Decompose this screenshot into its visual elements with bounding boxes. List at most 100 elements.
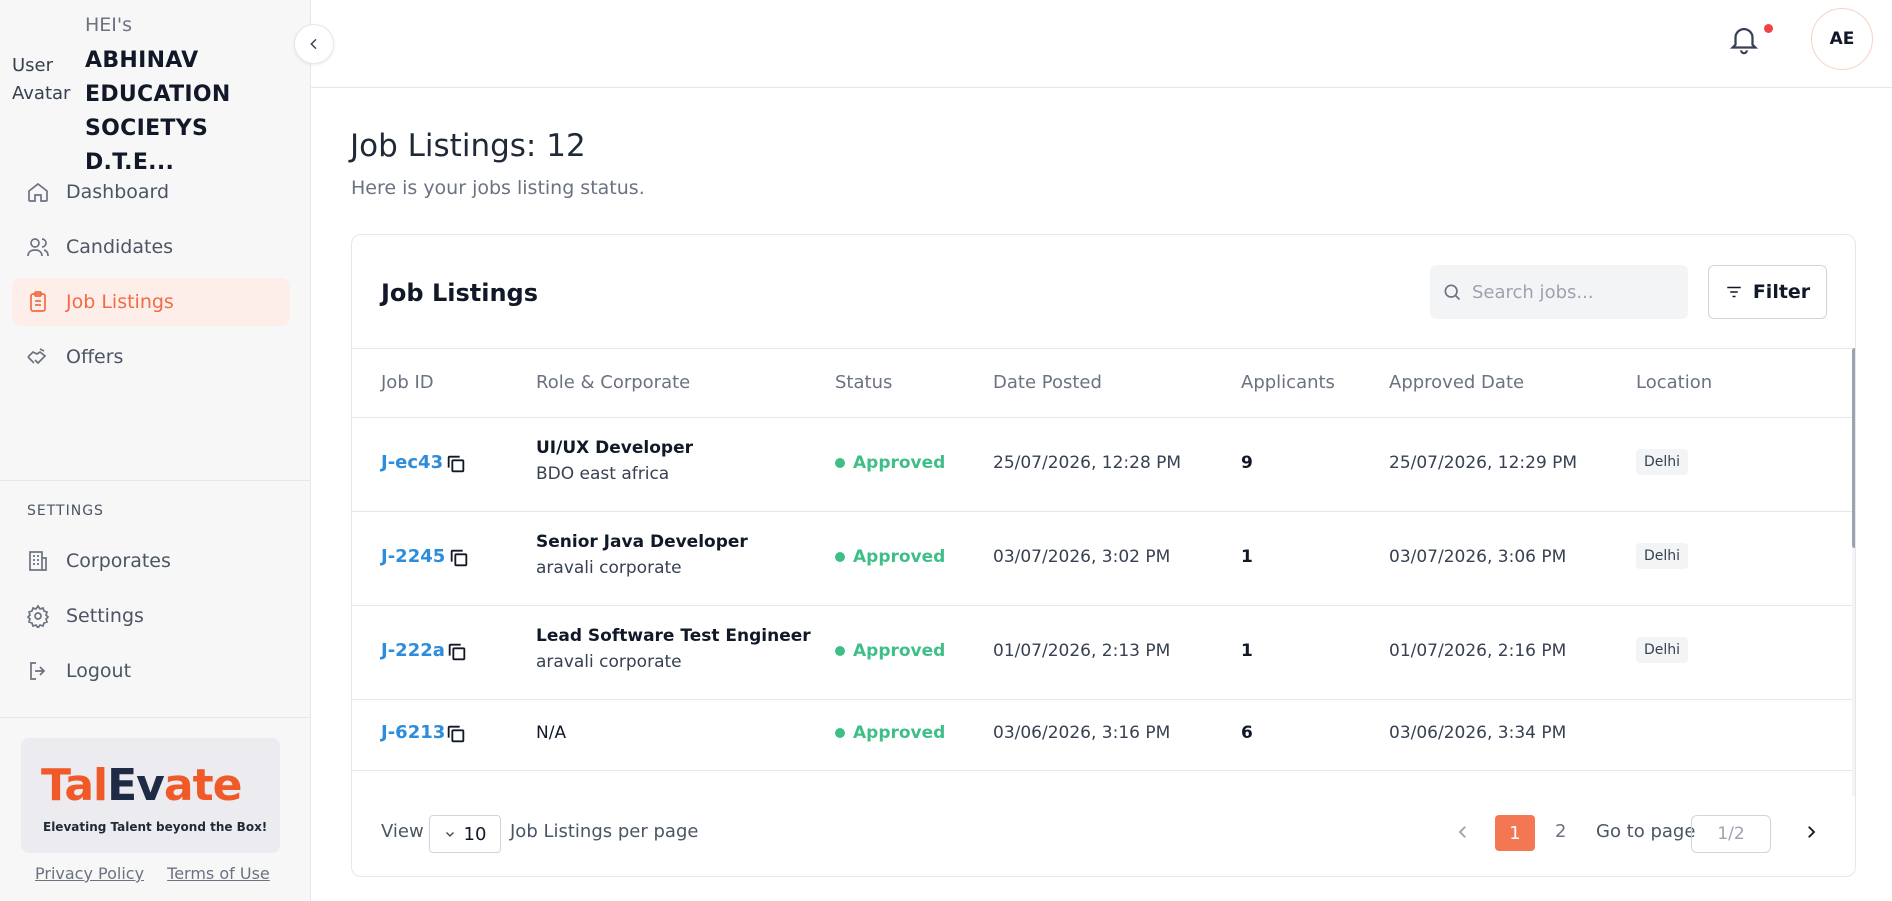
nav-item-dashboard[interactable]: Dashboard	[12, 168, 290, 216]
approved-date: 25/07/2026, 12:29 PM	[1389, 453, 1578, 473]
go-to-page-input[interactable]: 1/2	[1691, 815, 1771, 853]
search-box	[1430, 265, 1688, 319]
approved-date: 03/06/2026, 3:34 PM	[1389, 723, 1567, 743]
nav-label: Candidates	[66, 236, 174, 258]
table-scrollbar-thumb[interactable]	[1852, 348, 1855, 548]
nav-label: Job Listings	[66, 291, 174, 313]
copy-icon[interactable]	[445, 723, 467, 745]
nav-label: Corporates	[66, 550, 171, 572]
applicants-count: 1	[1241, 547, 1253, 567]
nav-label: Logout	[66, 660, 132, 682]
table-header: Job ID Role & Corporate Status Date Post…	[352, 348, 1855, 418]
job-id-link[interactable]: J-2245	[381, 546, 445, 567]
nav-item-offers[interactable]: Offers	[12, 333, 290, 381]
date-posted: 01/07/2026, 2:13 PM	[993, 641, 1171, 661]
footer-links: Privacy Policy Terms of Use	[35, 864, 288, 883]
user-avatar[interactable]: AE	[1811, 8, 1873, 70]
column-header[interactable]: Location	[1636, 372, 1712, 393]
handshake-icon	[27, 348, 47, 365]
org-name: ABHINAV EDUCATION SOCIETYS D.T.E...	[85, 48, 231, 175]
logout-icon	[30, 662, 46, 680]
nav-item-job-listings[interactable]: Job Listings	[12, 278, 290, 326]
table-row[interactable]: J-222a Lead Software Test Engineer arava…	[352, 606, 1852, 700]
job-id-link[interactable]: J-222a	[381, 640, 445, 661]
page-1-button[interactable]: 1	[1495, 815, 1535, 851]
date-posted: 25/07/2026, 12:28 PM	[993, 453, 1182, 473]
per-page-value: 10	[463, 823, 487, 845]
approved-date: 01/07/2026, 2:16 PM	[1389, 641, 1567, 661]
nav-item-corporates[interactable]: Corporates	[12, 537, 290, 585]
location-badge: Delhi	[1636, 543, 1689, 569]
column-header[interactable]: Job ID	[381, 372, 434, 393]
users-icon	[27, 238, 49, 257]
view-label: View	[381, 821, 424, 842]
home-icon	[28, 182, 48, 202]
building-icon	[29, 551, 47, 571]
top-bar: AE	[311, 0, 1892, 88]
pagination-footer: View 10 Job Listings per page 1 2 Go to …	[352, 815, 1855, 875]
chevron-left-icon	[310, 38, 317, 50]
search-input[interactable]	[1472, 281, 1672, 303]
nav-item-settings[interactable]: Settings	[12, 592, 290, 640]
privacy-policy-link[interactable]: Privacy Policy	[35, 864, 144, 883]
corporate-name: BDO east africa	[536, 464, 670, 484]
page-2-button[interactable]: 2	[1555, 821, 1566, 842]
status-badge: Approved	[835, 547, 945, 567]
collapse-sidebar-button[interactable]	[294, 24, 334, 64]
settings-section-label: SETTINGS	[27, 503, 104, 519]
column-header[interactable]: Approved Date	[1389, 372, 1524, 393]
status-badge: Approved	[835, 453, 945, 473]
job-id-link[interactable]: J-ec43	[381, 452, 443, 473]
previous-page-icon[interactable]	[1454, 823, 1472, 841]
sidebar: User Avatar HEI's ABHINAV EDUCATION SOCI…	[0, 0, 311, 901]
table-row[interactable]: J-2245 Senior Java Developer aravali cor…	[352, 512, 1852, 606]
role-title: N/A	[536, 723, 567, 743]
applicants-count: 1	[1241, 641, 1253, 661]
gear-icon	[26, 604, 50, 628]
column-header[interactable]: Role & Corporate	[536, 372, 690, 393]
copy-icon[interactable]	[445, 453, 467, 475]
page-subtitle: Here is your jobs listing status.	[351, 177, 645, 199]
hei-label: HEI's	[85, 14, 133, 36]
nav-item-candidates[interactable]: Candidates	[12, 223, 290, 271]
table-body: J-ec43 UI/UX Developer BDO east africa A…	[352, 418, 1852, 796]
column-header[interactable]: Applicants	[1241, 372, 1335, 393]
terms-of-use-link[interactable]: Terms of Use	[167, 864, 270, 883]
date-posted: 03/06/2026, 3:16 PM	[993, 723, 1171, 743]
divider	[0, 717, 311, 718]
per-page-select[interactable]: 10	[429, 815, 501, 853]
location-badge: Delhi	[1636, 449, 1689, 475]
page-title: Job Listings: 12	[350, 128, 586, 164]
job-listings-card: Job Listings Filter Job ID Role & Corpor…	[351, 234, 1856, 877]
column-header[interactable]: Status	[835, 372, 892, 393]
filter-button[interactable]: Filter	[1708, 265, 1827, 319]
search-icon	[1444, 284, 1461, 301]
table-row[interactable]: J-ec43 UI/UX Developer BDO east africa A…	[352, 418, 1852, 512]
nav-label: Settings	[66, 605, 144, 627]
column-header[interactable]: Date Posted	[993, 372, 1102, 393]
divider	[0, 480, 311, 481]
role-title: Lead Software Test Engineer	[536, 626, 811, 646]
status-badge: Approved	[835, 723, 945, 743]
chevron-down-icon	[445, 832, 454, 837]
copy-icon[interactable]	[448, 547, 470, 569]
location-badge: Delhi	[1636, 637, 1689, 663]
avatar: User Avatar	[12, 55, 71, 104]
status-badge: Approved	[835, 641, 945, 661]
role-corporate: UI/UX Developer BDO east africa	[536, 438, 693, 484]
job-id-link[interactable]: J-6213	[381, 722, 445, 743]
logo-wordmark: TalEvate	[41, 760, 242, 811]
notification-bell-icon[interactable]	[1727, 22, 1761, 56]
role-corporate: Lead Software Test Engineer aravali corp…	[536, 626, 811, 672]
role-corporate: Senior Java Developer aravali corporate	[536, 532, 748, 578]
notification-dot	[1764, 24, 1773, 33]
nav-item-logout[interactable]: Logout	[12, 647, 290, 695]
applicants-count: 6	[1241, 723, 1253, 743]
corporate-name: aravali corporate	[536, 558, 682, 578]
next-page-icon[interactable]	[1802, 823, 1820, 841]
nav-label: Offers	[66, 346, 124, 368]
table-row[interactable]: J-6213 N/A Approved 03/06/2026, 3:16 PM …	[352, 700, 1852, 771]
copy-icon[interactable]	[446, 641, 468, 663]
applicants-count: 9	[1241, 453, 1253, 473]
approved-date: 03/07/2026, 3:06 PM	[1389, 547, 1567, 567]
